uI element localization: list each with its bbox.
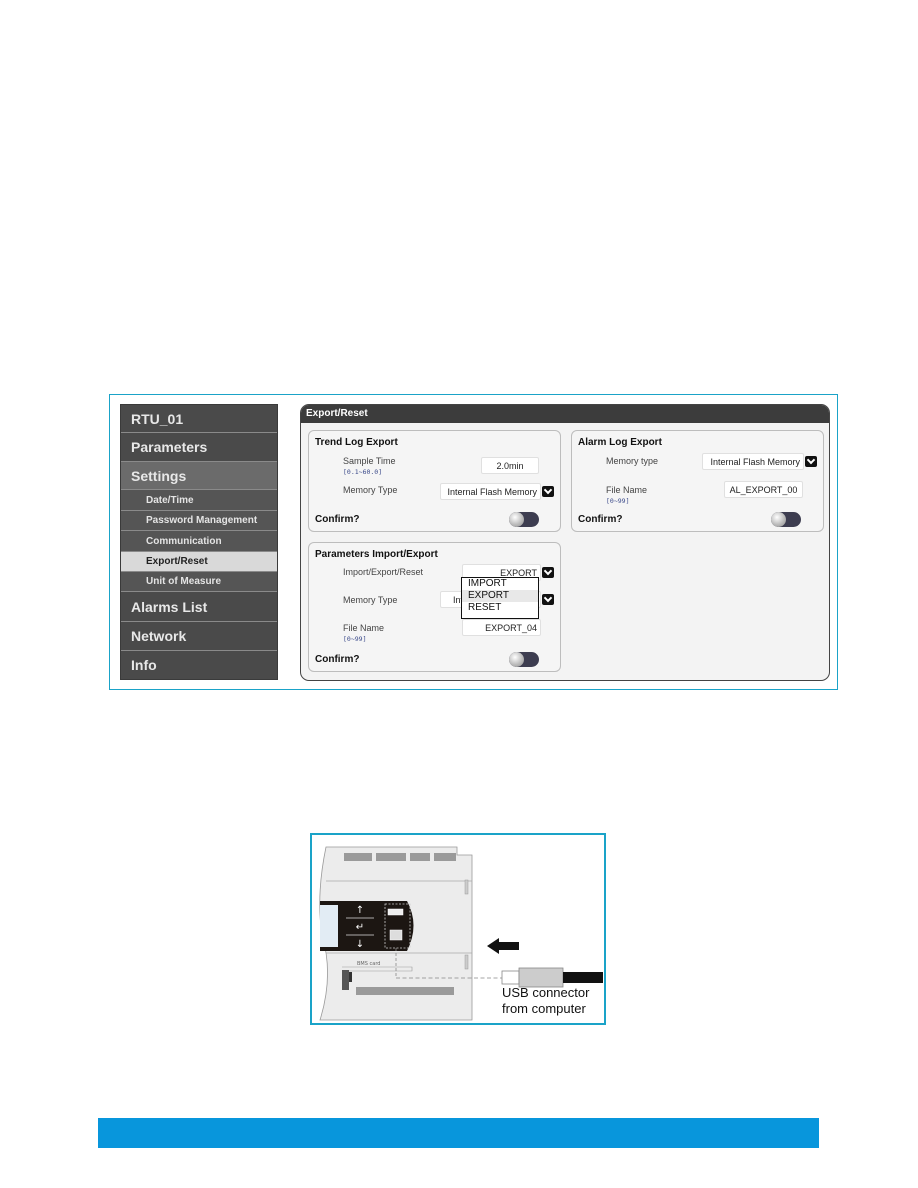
file-name-range: [0~99] — [606, 497, 630, 505]
dropdown-option-reset[interactable]: RESET — [462, 602, 538, 614]
sidebar-item-network[interactable]: Network — [121, 622, 277, 651]
confirm-toggle[interactable] — [771, 512, 801, 527]
up-key-icon: ↑ — [356, 905, 364, 916]
sidebar-item-password-management[interactable]: Password Management — [121, 511, 277, 531]
usb-a-port-icon — [387, 908, 404, 916]
file-name-label: File Name — [343, 623, 385, 633]
terminal-block — [344, 853, 372, 861]
chevron-down-icon[interactable] — [805, 456, 817, 467]
sidebar-item-info[interactable]: Info — [121, 651, 277, 679]
sidebar-item-label: Unit of Measure — [146, 576, 222, 587]
terminal-block — [434, 853, 456, 861]
sidebar-item-label: Export/Reset — [146, 556, 208, 567]
terminal-block — [356, 987, 454, 995]
toggle-knob — [771, 512, 786, 527]
enter-key-icon: ↵ — [356, 922, 364, 933]
usb-connection-figure: ↑ ↵ ↓ BMS card USB connector from comput… — [310, 833, 606, 1025]
memory-type-select[interactable]: Internal Flash Memory — [702, 453, 804, 470]
panel-title: Export/Reset — [301, 405, 829, 423]
sidebar-item-communication[interactable]: Communication — [121, 531, 277, 552]
sidebar-item-label: Info — [131, 657, 157, 673]
usb-caption-line1: USB connector — [502, 985, 590, 1000]
sidebar-item-label: Communication — [146, 536, 222, 547]
confirm-label: Confirm? — [578, 514, 623, 525]
sidebar-item-label: Alarms List — [131, 599, 208, 615]
usb-cable — [563, 972, 603, 983]
sidebar-item-alarms-list[interactable]: Alarms List — [121, 592, 277, 622]
mode-dropdown-list: IMPORT EXPORT RESET — [461, 577, 539, 619]
dropdown-option-import[interactable]: IMPORT — [462, 578, 538, 590]
toggle-knob — [509, 512, 524, 527]
display-window — [320, 905, 338, 947]
arrow-left-icon — [487, 938, 519, 954]
memory-type-label: Memory type — [606, 456, 659, 466]
mode-label: Import/Export/Reset — [343, 567, 424, 577]
sidebar-item-label: Settings — [131, 468, 187, 484]
sample-time-label: Sample Time — [343, 456, 396, 466]
sidebar-item-settings[interactable]: Settings — [121, 462, 277, 490]
group-title: Trend Log Export — [315, 437, 398, 448]
memory-type-select[interactable]: Internal Flash Memory — [440, 483, 541, 500]
sample-time-input[interactable]: 2.0min — [481, 457, 539, 474]
sidebar: RTU_01 Parameters Settings Date/Time Pas… — [120, 404, 278, 680]
trend-log-export-group: Trend Log Export Sample Time [0.1~60.0] … — [308, 430, 561, 532]
confirm-toggle[interactable] — [509, 512, 539, 527]
file-name-range: [0~99] — [343, 635, 367, 643]
chevron-down-icon[interactable] — [542, 567, 554, 578]
down-key-icon: ↓ — [356, 939, 364, 950]
confirm-toggle[interactable] — [509, 652, 539, 667]
sidebar-item-rtu01[interactable]: RTU_01 — [121, 405, 277, 433]
bms-card-label: BMS card — [357, 961, 380, 967]
sidebar-item-label: Network — [131, 628, 187, 644]
footer-bar — [98, 1118, 819, 1148]
file-name-input[interactable]: EXPORT_04 — [462, 619, 541, 636]
usb-caption-line2: from computer — [502, 1001, 586, 1016]
alarm-log-export-group: Alarm Log Export Memory type Internal Fl… — [571, 430, 824, 532]
sidebar-item-label: RTU_01 — [131, 411, 184, 427]
memory-type-label: Memory Type — [343, 595, 398, 605]
dropdown-option-export[interactable]: EXPORT — [462, 590, 538, 602]
usb-b-port-icon — [389, 929, 403, 941]
memory-type-label: Memory Type — [343, 485, 398, 495]
terminal-block — [376, 853, 406, 861]
sidebar-item-unit-of-measure[interactable]: Unit of Measure — [121, 572, 277, 592]
file-name-input[interactable]: AL_EXPORT_00 — [724, 481, 803, 498]
group-title: Alarm Log Export — [578, 437, 662, 448]
sidebar-item-parameters[interactable]: Parameters — [121, 433, 277, 462]
file-name-label: File Name — [606, 485, 648, 495]
export-reset-panel: Export/Reset Trend Log Export Sample Tim… — [300, 404, 830, 681]
sidebar-item-date-time[interactable]: Date/Time — [121, 490, 277, 511]
terminal-block — [410, 853, 430, 861]
sidebar-item-label: Parameters — [131, 439, 208, 455]
chevron-down-icon[interactable] — [542, 486, 554, 497]
chevron-down-icon[interactable] — [542, 594, 554, 605]
confirm-label: Confirm? — [315, 514, 360, 525]
sidebar-item-export-reset[interactable]: Export/Reset — [121, 552, 277, 572]
confirm-label: Confirm? — [315, 654, 360, 665]
sample-time-range: [0.1~60.0] — [343, 468, 383, 476]
sidebar-item-label: Password Management — [146, 515, 258, 526]
usb-plug-tip — [501, 970, 520, 985]
sidebar-item-label: Date/Time — [146, 495, 194, 506]
group-title: Parameters Import/Export — [315, 549, 438, 560]
toggle-knob — [509, 652, 524, 667]
